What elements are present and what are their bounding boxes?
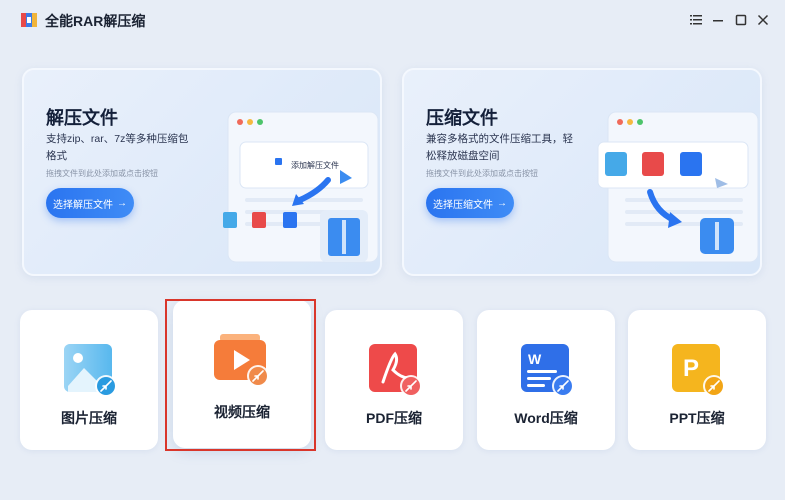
tool-card-word[interactable]: W Word压缩 xyxy=(477,310,615,450)
tool-card-image[interactable]: 图片压缩 xyxy=(20,310,158,450)
ppt-compress-icon: P xyxy=(672,344,725,397)
svg-text:W: W xyxy=(528,351,542,367)
tool-card-pdf[interactable]: PDF压缩 xyxy=(325,310,463,450)
tool-label-ppt: PPT压缩 xyxy=(669,410,725,426)
svg-text:P: P xyxy=(683,355,699,382)
compress-desc: 兼容多格式的文件压缩工具，轻松释放磁盘空间 xyxy=(426,133,573,162)
title-bar: 全能RAR解压缩 xyxy=(0,0,785,40)
close-icon xyxy=(757,14,769,26)
tool-label-video: 视频压缩 xyxy=(214,404,270,420)
extract-desc: 支持zip、rar、7z等多种压缩包格式 xyxy=(46,133,189,162)
add-extract-file-label: 添加解压文件 xyxy=(291,161,339,170)
tool-card-ppt[interactable]: P PPT压缩 xyxy=(628,310,766,450)
word-compress-icon: W xyxy=(521,344,574,397)
tool-label-image: 图片压缩 xyxy=(61,410,117,426)
maximize-icon xyxy=(735,14,747,26)
image-compress-icon xyxy=(64,344,117,397)
tool-card-video[interactable]: 视频压缩 xyxy=(173,300,311,448)
arrow-right-icon: → xyxy=(117,197,127,209)
tool-label-pdf: PDF压缩 xyxy=(366,410,422,426)
menu-icon xyxy=(690,15,702,25)
app-title: 全能RAR解压缩 xyxy=(45,13,146,29)
minimize-icon xyxy=(713,20,723,22)
maximize-button[interactable] xyxy=(733,12,749,28)
select-extract-file-button[interactable]: 选择解压文件 → xyxy=(46,188,134,218)
video-compress-icon xyxy=(214,334,269,387)
select-compress-file-label: 选择压缩文件 xyxy=(433,199,493,211)
select-compress-file-button[interactable]: 选择压缩文件 → xyxy=(426,188,514,218)
compress-title: 压缩文件 xyxy=(426,108,498,128)
tool-label-word: Word压缩 xyxy=(514,410,578,426)
close-button[interactable] xyxy=(755,12,771,28)
extract-illustration xyxy=(223,111,379,263)
compress-card[interactable]: 压缩文件 兼容多格式的文件压缩工具，轻松释放磁盘空间 拖拽文件到此处添加或点击按… xyxy=(402,68,762,276)
menu-button[interactable] xyxy=(688,12,704,28)
select-extract-file-label: 选择解压文件 xyxy=(53,199,113,211)
extract-card[interactable]: 解压文件 支持zip、rar、7z等多种压缩包格式 拖拽文件到此处添加或点击按钮… xyxy=(22,68,382,276)
compress-hint: 拖拽文件到此处添加或点击按钮 xyxy=(426,169,538,178)
pdf-compress-icon xyxy=(369,344,422,397)
minimize-button[interactable] xyxy=(710,12,726,28)
arrow-right-icon: → xyxy=(497,197,507,209)
extract-hint: 拖拽文件到此处添加或点击按钮 xyxy=(46,169,158,178)
app-logo-icon xyxy=(21,13,37,27)
compress-illustration xyxy=(597,111,759,263)
extract-title: 解压文件 xyxy=(46,108,118,128)
